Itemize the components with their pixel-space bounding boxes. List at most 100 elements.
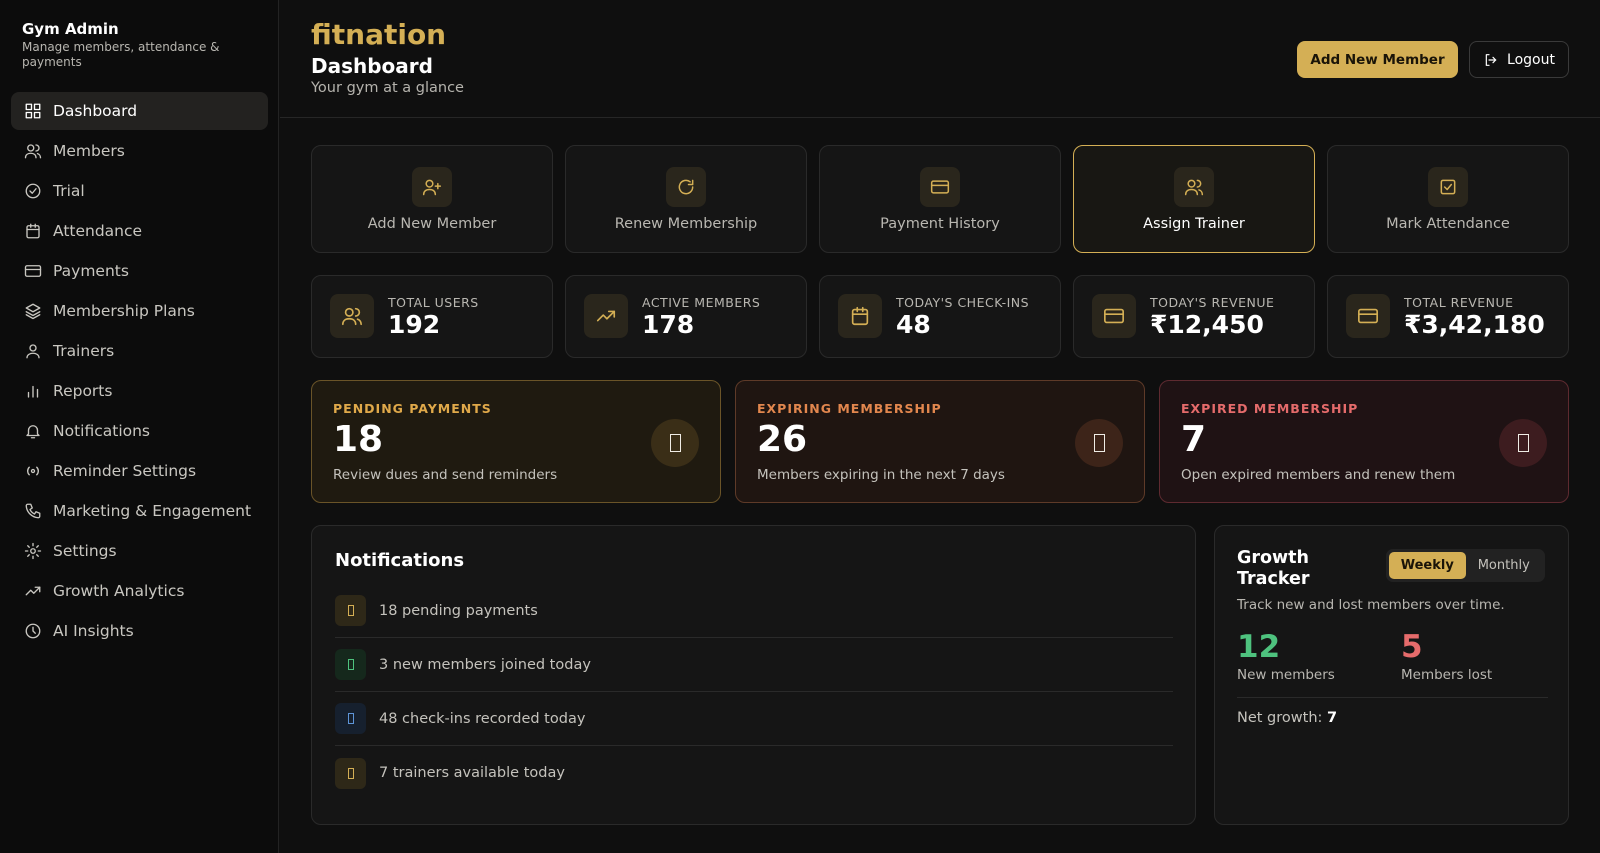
stat-value: 178 [642,310,695,339]
notification-text: 18 pending payments [379,602,538,619]
alert-title: EXPIRED MEMBERSHIP [1181,401,1359,416]
stat-label: TOTAL REVENUE [1404,295,1514,310]
sidebar-item-label: Reminder Settings [53,462,197,480]
sidebar-item-attendance[interactable]: Attendance [11,212,268,250]
stat-label: TODAY'S REVENUE [1150,295,1275,310]
stat-value: ₹12,450 [1150,310,1264,339]
sidebar-item-label: Members [53,142,125,160]
user-plus-icon [412,167,452,207]
stat-value: 48 [896,310,931,339]
add-member-button[interactable]: Add New Member [1297,41,1458,78]
members-lost-value: 5 [1401,629,1423,665]
stat-active-members: ACTIVE MEMBERS 178 [565,275,807,358]
growth-tracker-title: Growth Tracker [1237,548,1310,589]
quick-action-assign-trainer[interactable]: Assign Trainer [1073,145,1315,253]
page-subtitle: Your gym at a glance [311,80,464,96]
notification-item[interactable]: 48 check-ins recorded today [335,692,1173,746]
sidebar-item-trial[interactable]: Trial [11,172,268,210]
sidebar-item-label: Dashboard [53,102,138,120]
sidebar-item-label: Payments [53,262,129,280]
sidebar-item-reports[interactable]: Reports [11,372,268,410]
net-growth: Net growth: 7 [1237,710,1337,726]
sidebar-item-label: Attendance [53,222,143,240]
stat-value: ₹3,42,180 [1404,310,1545,339]
broadcast-icon [24,462,42,480]
logout-button[interactable]: Logout [1469,41,1569,78]
alert-description: Open expired members and renew them [1181,467,1456,483]
growth-tracker-subtitle: Track new and lost members over time. [1237,597,1505,613]
quick-action-payment-history[interactable]: Payment History [819,145,1061,253]
sidebar-item-label: Notifications [53,422,151,440]
sidebar-item-label: AI Insights [53,622,134,640]
users-icon [1174,167,1214,207]
stat-total-users: TOTAL USERS 192 [311,275,553,358]
alert-pending-payments[interactable]: PENDING PAYMENTS 18 Review dues and send… [311,380,721,503]
phone-icon [24,502,42,520]
stat-total-revenue: TOTAL REVENUE ₹3,42,180 [1327,275,1569,358]
grid-icon [24,102,42,120]
sidebar-item-ai-insights[interactable]: AI Insights [11,612,268,650]
sidebar-item-membership-plans[interactable]: Membership Plans [11,292,268,330]
trending-up-icon [24,582,42,600]
users-icon [330,294,374,338]
new-members-value: 12 [1237,629,1281,665]
alert-value: 7 [1181,419,1207,460]
user-icon [24,342,42,360]
notification-text: 48 check-ins recorded today [379,710,586,727]
sidebar-item-growth-analytics[interactable]: Growth Analytics [11,572,268,610]
sidebar-item-settings[interactable]: Settings [11,532,268,570]
toggle-monthly[interactable]: Monthly [1466,552,1543,579]
layers-icon [24,302,42,320]
alert-expiring-membership[interactable]: EXPIRING MEMBERSHIP 26 Members expiring … [735,380,1145,503]
users-icon [24,142,42,160]
members-lost-label: Members lost [1401,667,1493,683]
toggle-weekly[interactable]: Weekly [1389,552,1466,579]
clock-icon [24,622,42,640]
net-growth-label: Net growth: [1237,710,1323,726]
check-circle-icon [24,182,42,200]
refresh-icon [666,167,706,207]
quick-action-add-member[interactable]: Add New Member [311,145,553,253]
credit-card-icon [1346,294,1390,338]
alert-description: Review dues and send reminders [333,467,558,483]
quick-action-label: Mark Attendance [1386,216,1510,232]
notification-item[interactable]: 3 new members joined today [335,638,1173,692]
stat-label: TODAY'S CHECK-INS [896,295,1030,310]
sidebar-item-dashboard[interactable]: Dashboard [11,92,268,130]
stat-todays-checkins: TODAY'S CHECK-INS 48 [819,275,1061,358]
calendar-icon [24,222,42,240]
notification-item[interactable]: 18 pending payments [335,584,1173,638]
notification-item[interactable]: 7 trainers available today [335,746,1173,800]
sidebar-item-label: Trial [53,182,85,200]
notification-badge-icon [335,757,366,789]
sidebar-item-payments[interactable]: Payments [11,252,268,290]
bell-icon [24,422,42,440]
calendar-icon [838,294,882,338]
alert-description: Members expiring in the next 7 days [757,467,1005,483]
alert-value: 18 [333,419,384,460]
notifications-panel: Notifications 18 pending payments 3 new … [311,525,1196,825]
quick-action-label: Payment History [880,216,1000,232]
sidebar-item-trainers[interactable]: Trainers [11,332,268,370]
quick-action-renew-membership[interactable]: Renew Membership [565,145,807,253]
sidebar-item-reminder-settings[interactable]: Reminder Settings [11,452,268,490]
notification-badge-icon [335,649,366,680]
alert-icon [651,419,699,467]
sidebar-item-notifications[interactable]: Notifications [11,412,268,450]
stat-value: 192 [388,310,441,339]
sidebar-item-label: Settings [53,542,117,560]
sidebar: Gym Admin Manage members, attendance & p… [0,0,279,853]
bar-chart-icon [24,382,42,400]
sidebar-title: Gym Admin [22,20,119,38]
alert-expired-membership[interactable]: EXPIRED MEMBERSHIP 7 Open expired member… [1159,380,1569,503]
quick-action-mark-attendance[interactable]: Mark Attendance [1327,145,1569,253]
sidebar-item-members[interactable]: Members [11,132,268,170]
sidebar-item-marketing[interactable]: Marketing & Engagement [11,492,268,530]
page-header: fitnation Dashboard Your gym at a glance… [280,0,1600,118]
notification-text: 3 new members joined today [379,656,591,673]
growth-period-toggle: Weekly Monthly [1386,549,1545,582]
sidebar-subtitle: Manage members, attendance & payments [22,40,220,69]
credit-card-icon [24,262,42,280]
logout-label: Logout [1507,51,1555,68]
brand-logo: fitnation [311,18,447,51]
